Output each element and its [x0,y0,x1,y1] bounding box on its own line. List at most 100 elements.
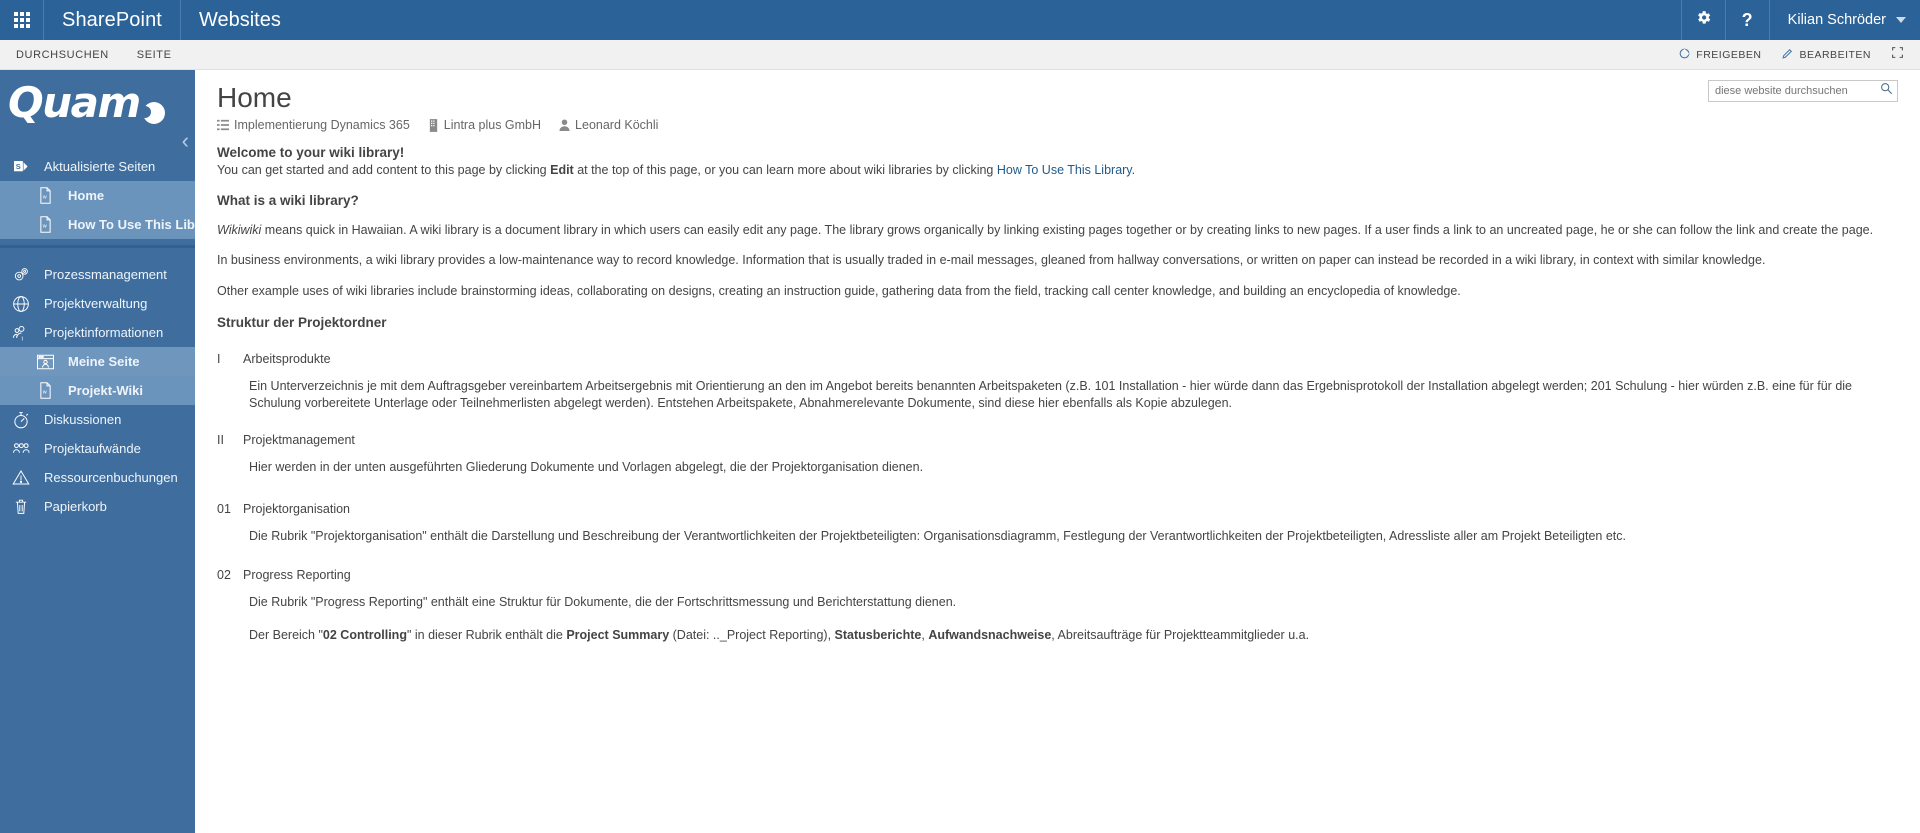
section-number: I [217,352,221,366]
svg-text:w: w [41,195,46,201]
sidebar-item-label: Projektinformationen [44,325,164,340]
sidebar-item-aktualisierte-seiten[interactable]: S Aktualisierte Seiten [0,152,195,181]
business-paragraph: In business environments, a wiki library… [217,253,1766,267]
sidebar-item-label: Ressourcenbuchungen [44,470,178,485]
wikiwiki-rest: means quick in Hawaiian. A wiki library … [261,222,1874,237]
sidebar-item-projektverwaltung[interactable]: Projektverwaltung [0,289,195,318]
sharepoint-brand-link[interactable]: SharePoint [44,0,181,40]
section-name: Progress Reporting [243,568,351,582]
suite-bar: SharePoint Websites ? Kilian Schröder [0,0,1920,40]
sidebar-item-projekt-wiki[interactable]: w Projekt-Wiki [0,376,195,405]
page-title: Home [217,82,292,113]
settings-button[interactable] [1680,0,1725,40]
share-label: FREIGEBEN [1696,49,1762,61]
sidebar-item-label: Projektaufwände [44,441,141,456]
suite-bar-spacer [299,0,1681,40]
controlling-paragraph: Der Bereich "02 Controlling" in dieser R… [217,627,1900,644]
nav-group-modules: Prozessmanagement Projektverwaltung i Pr… [0,260,195,521]
section-name: Projektorganisation [243,501,351,516]
section-body-arbeitsprodukte: Ein Unterverzeichnis je mit dem Auftrags… [249,379,1853,410]
section-heading-progress-reporting: 02 Progress Reporting [217,568,1900,582]
search-input[interactable] [1709,81,1875,101]
section-name: Arbeitsprodukte [243,352,331,366]
svg-text:S: S [15,162,20,171]
user-menu[interactable]: Kilian Schröder [1768,0,1920,40]
sidebar-item-prozessmanagement[interactable]: Prozessmanagement [0,260,195,289]
section-body-projektmanagement: Hier werden in der unten ausgeführten Gl… [249,460,924,474]
help-button[interactable]: ? [1724,0,1769,40]
edit-button[interactable]: BEARBEITEN [1773,47,1879,63]
section-heading-projektorganisation: 01 Projektorganisation [217,502,1900,516]
sidebar-item-diskussionen[interactable]: Diskussionen [0,405,195,434]
chevron-down-icon [1896,17,1906,23]
how-to-use-this-library-link[interactable]: How To Use This Library [997,163,1132,177]
site-logo[interactable]: Quam [0,70,195,130]
sidebar-item-projektinformationen[interactable]: i Projektinformationen [0,318,195,347]
welcome-heading: Welcome to your wiki library! [217,145,405,160]
nav-group-pages: S Aktualisierte Seiten w Home w How To U… [0,152,219,239]
sidebar-item-papierkorb[interactable]: Papierkorb [0,492,195,521]
wikiwiki-paragraph: Wikiwiki means quick in Hawaiian. A wiki… [217,222,1900,239]
sidebar-item-label: Aktualisierte Seiten [44,159,156,174]
ribbon-actions: FREIGEBEN BEARBEITEN [1670,40,1912,70]
welcome-text-b: at the top of this page, or you can lear… [573,163,997,177]
section-number: 01 [217,501,231,516]
focus-on-content-button[interactable] [1883,46,1912,64]
browser-person-icon [34,354,56,370]
building-icon [428,118,439,132]
search-button[interactable] [1875,81,1897,101]
wiki-page-icon: w [34,382,56,399]
logo-text: Quam [8,78,141,127]
controlling-bold-aufwandsnachweise: Aufwandsnachweise [928,627,1052,642]
controlling-text-c: " in dieser Rubrik enthält die [406,627,567,642]
group-effort-icon [10,441,32,457]
question-mark-icon: ? [1741,9,1753,30]
main-content: Home Implementierung Dynamics 365 Lintra… [195,70,1920,833]
meta-item-person[interactable]: Leonard Köchli [559,118,658,132]
sidebar-item-ressourcenbuchungen[interactable]: Ressourcenbuchungen [0,463,195,492]
meta-item-company[interactable]: Lintra plus GmbH [428,118,541,132]
meta-label: Leonard Köchli [575,118,659,132]
section-name: Projektmanagement [243,433,355,447]
sharepoint-logo-icon: S [10,159,32,174]
site-link-websites[interactable]: Websites [181,0,299,40]
struktur-heading: Struktur der Projektordner [217,315,387,330]
section-number: II [217,433,224,447]
tab-seite[interactable]: SEITE [123,40,186,70]
site-search[interactable] [1708,80,1898,102]
controlling-text-d: (Datei: .._Project Reporting), [669,627,835,642]
section-heading-arbeitsprodukte: I Arbeitsprodukte [217,352,1900,366]
sidebar-item-label: Meine Seite [68,354,140,369]
chevron-left-icon[interactable]: ‹ [182,130,189,152]
recycle-bin-icon [10,498,32,516]
sidebar-item-projektaufwaende[interactable]: Projektaufwände [0,434,195,463]
wiki-page-icon: w [34,187,56,204]
sidebar-item-label: Home [68,188,105,203]
controlling-text-f: , Abreitsaufträge für Projektteammitglie… [1051,627,1310,642]
sidebar-item-label: Papierkorb [44,499,107,514]
other-uses-paragraph: Other example uses of wiki libraries inc… [217,283,1461,298]
controlling-bold-02: 02 Controlling [322,627,407,642]
warning-triangle-icon [10,469,32,486]
sidebar-item-home[interactable]: w Home [0,181,195,210]
welcome-text-c: . [1131,163,1136,177]
tab-durchsuchen[interactable]: DURCHSUCHEN [0,40,123,70]
quam-dot-icon [138,102,165,124]
meta-label: Implementierung Dynamics 365 [234,118,410,132]
globe-icon [10,295,32,313]
page-metadata: Implementierung Dynamics 365 Lintra plus… [217,118,1900,132]
pencil-icon [1781,47,1794,63]
controlling-bold-project-summary: Project Summary [566,627,670,642]
controlling-text-a: Der Bereich " [249,627,323,642]
person-icon [559,119,570,131]
sidebar-item-how-to-use-this-library[interactable]: w How To Use This Library [0,210,219,239]
app-launcher-button[interactable] [0,0,44,40]
wikiwiki-italic: Wikiwiki [217,222,262,237]
what-is-wiki-heading: What is a wiki library? [217,192,359,208]
meta-item-project[interactable]: Implementierung Dynamics 365 [217,118,410,132]
gears-icon [10,266,32,283]
sidebar-item-label: Diskussionen [44,412,122,427]
share-button[interactable]: FREIGEBEN [1670,47,1769,63]
sidebar-item-label: Prozessmanagement [44,267,167,282]
sidebar-item-meine-seite[interactable]: Meine Seite [0,347,195,376]
